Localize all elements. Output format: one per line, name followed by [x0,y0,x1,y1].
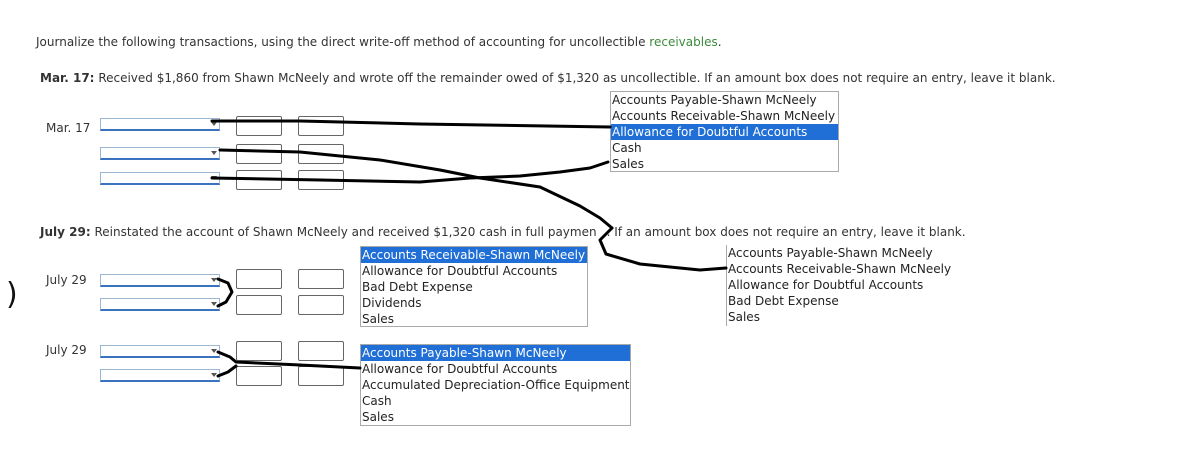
connector-line-2 [218,148,614,230]
connector-line-7 [216,364,238,378]
annotation-lines [210,119,728,378]
connector-line-4 [598,226,728,272]
connector-line-6 [216,350,362,370]
connector-line-1 [210,119,612,129]
connector-line-5 [216,277,234,308]
